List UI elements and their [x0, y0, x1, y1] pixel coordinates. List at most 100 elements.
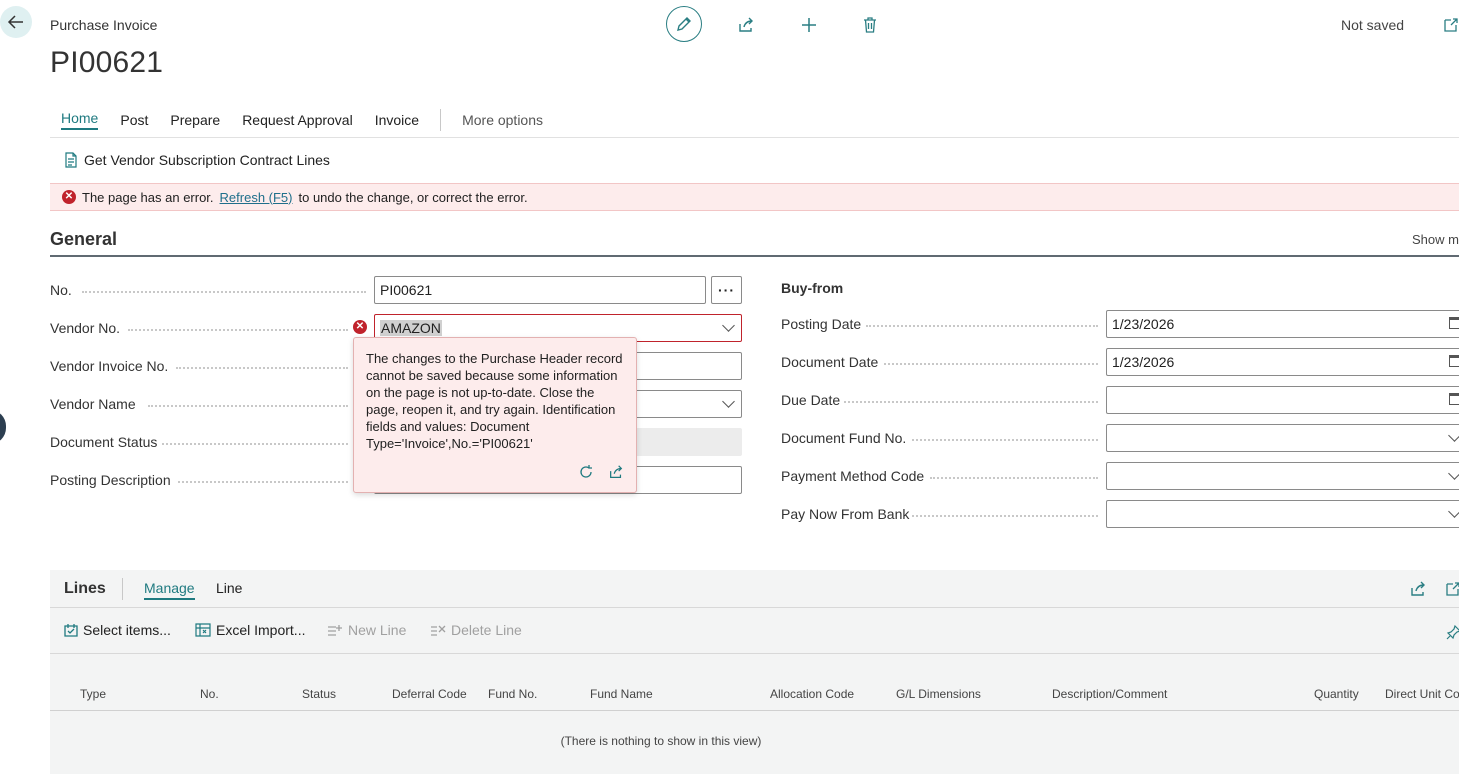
buy-from-heading: Buy-from	[781, 280, 844, 296]
tab-invoice[interactable]: Invoice	[375, 112, 419, 128]
error-notification-bar: ✕ The page has an error. Refresh (F5) to…	[50, 183, 1459, 211]
error-tooltip-message: The changes to the Purchase Header recor…	[366, 351, 623, 451]
column-header-type[interactable]: Type	[80, 687, 106, 701]
tab-post[interactable]: Post	[120, 112, 148, 128]
column-header-fund-no[interactable]: Fund No.	[488, 687, 537, 701]
chevron-down-icon[interactable]	[1448, 429, 1459, 442]
share-icon[interactable]	[608, 464, 624, 480]
leader-dots	[162, 443, 348, 445]
tab-prepare[interactable]: Prepare	[170, 112, 220, 128]
tab-request-approval[interactable]: Request Approval	[242, 112, 353, 128]
pay-now-from-bank-label: Pay Now From Bank	[781, 506, 910, 522]
save-status: Not saved	[1341, 17, 1405, 33]
lines-expand-button[interactable]	[1443, 579, 1459, 599]
posting-date-value: 1/23/2026	[1112, 316, 1175, 332]
column-header-status[interactable]: Status	[302, 687, 336, 701]
tab-home[interactable]: Home	[61, 110, 99, 130]
chevron-down-icon[interactable]	[1448, 467, 1459, 480]
document-date-field[interactable]: 1/23/2026	[1106, 348, 1459, 376]
leader-dots	[148, 405, 348, 407]
pay-now-from-bank-field[interactable]	[1106, 500, 1459, 528]
column-header-direct-unit-cost[interactable]: Direct Unit Co	[1385, 687, 1459, 701]
back-button[interactable]	[0, 6, 32, 38]
document-fund-no-field[interactable]	[1106, 424, 1459, 452]
delete-line-label: Delete Line	[451, 622, 522, 638]
error-text-before: The page has an error.	[82, 189, 214, 205]
section-title-general[interactable]: General	[50, 229, 117, 250]
payment-method-code-label: Payment Method Code	[781, 468, 925, 484]
leader-dots	[930, 477, 1098, 479]
column-header-deferral-code[interactable]: Deferral Code	[392, 687, 467, 701]
side-panel-handle[interactable]	[0, 410, 6, 444]
select-items-label: Select items...	[83, 622, 171, 638]
lines-share-button[interactable]	[1408, 579, 1428, 599]
share-button[interactable]	[736, 15, 756, 35]
refresh-icon[interactable]	[578, 464, 594, 480]
lines-tab-line[interactable]: Line	[216, 580, 242, 596]
open-new-window-button[interactable]	[1441, 15, 1459, 35]
column-header-no[interactable]: No.	[200, 687, 219, 701]
more-options[interactable]: More options	[462, 112, 543, 128]
calendar-icon[interactable]	[1449, 317, 1459, 329]
document-date-label: Document Date	[781, 354, 879, 370]
field-error-icon[interactable]: ✕	[353, 320, 367, 334]
posting-description-label: Posting Description	[50, 472, 171, 488]
column-header-description[interactable]: Description/Comment	[1052, 687, 1167, 701]
chevron-down-icon[interactable]	[722, 319, 735, 332]
chevron-down-icon[interactable]	[1448, 505, 1459, 518]
pop-out-icon	[1446, 582, 1459, 596]
select-items-icon	[64, 624, 78, 637]
no-field[interactable]: PI00621	[374, 276, 706, 304]
excel-import-button[interactable]: Excel Import...	[195, 622, 305, 638]
payment-method-code-field[interactable]	[1106, 462, 1459, 490]
leader-dots	[844, 401, 1098, 403]
leader-dots	[178, 481, 348, 483]
share-icon	[739, 17, 753, 32]
column-header-allocation-code[interactable]: Allocation Code	[770, 687, 854, 701]
excel-import-icon	[195, 623, 211, 637]
document-status-label: Document Status	[50, 434, 158, 450]
select-items-button[interactable]: Select items...	[64, 622, 171, 638]
share-icon	[1411, 581, 1425, 596]
no-assist-button[interactable]: ···	[711, 276, 742, 304]
grid-header-divider	[50, 710, 1459, 711]
leader-dots	[176, 367, 348, 369]
document-fund-no-label: Document Fund No.	[781, 430, 907, 446]
column-header-gl-dimensions[interactable]: G/L Dimensions	[896, 687, 981, 701]
edit-button[interactable]	[666, 6, 702, 42]
pop-out-icon	[1444, 18, 1458, 32]
action-bar-tabs: Home Post Prepare Request Approval Invoi…	[50, 109, 554, 131]
new-line-button[interactable]: New Line	[327, 622, 406, 638]
due-date-field[interactable]	[1106, 386, 1459, 414]
leader-dots	[912, 439, 1098, 441]
column-header-fund-name[interactable]: Fund Name	[590, 687, 653, 701]
column-header-quantity[interactable]: Quantity	[1314, 687, 1359, 701]
lines-title[interactable]: Lines	[64, 580, 106, 598]
lines-tab-manage[interactable]: Manage	[144, 580, 195, 600]
show-more-link[interactable]: Show mo	[1412, 232, 1459, 247]
no-value: PI00621	[380, 282, 433, 298]
pencil-icon	[677, 17, 691, 31]
delete-line-button[interactable]: Delete Line	[430, 622, 522, 638]
pin-icon	[1446, 624, 1459, 640]
lines-header	[50, 570, 1459, 608]
leader-dots	[866, 325, 1098, 327]
get-vendor-subscription-lines-button[interactable]: Get Vendor Subscription Contract Lines	[64, 152, 330, 168]
posting-date-field[interactable]: 1/23/2026	[1106, 310, 1459, 338]
tabs-divider	[50, 137, 1459, 138]
excel-import-label: Excel Import...	[216, 622, 306, 638]
vendor-no-value: AMAZON	[380, 320, 442, 336]
leader-dots	[912, 515, 1098, 517]
error-text-after: to undo the change, or correct the error…	[298, 189, 528, 205]
calendar-icon[interactable]	[1449, 355, 1459, 367]
lines-divider	[122, 578, 123, 600]
personalize-button[interactable]	[1444, 622, 1459, 642]
delete-button[interactable]	[860, 15, 880, 35]
refresh-link[interactable]: Refresh (F5)	[220, 190, 293, 205]
calendar-icon[interactable]	[1449, 393, 1459, 405]
chevron-down-icon[interactable]	[722, 395, 735, 408]
new-button[interactable]	[799, 15, 819, 35]
posting-date-label: Posting Date	[781, 316, 862, 332]
trash-icon	[864, 17, 876, 33]
tab-divider	[440, 109, 442, 131]
